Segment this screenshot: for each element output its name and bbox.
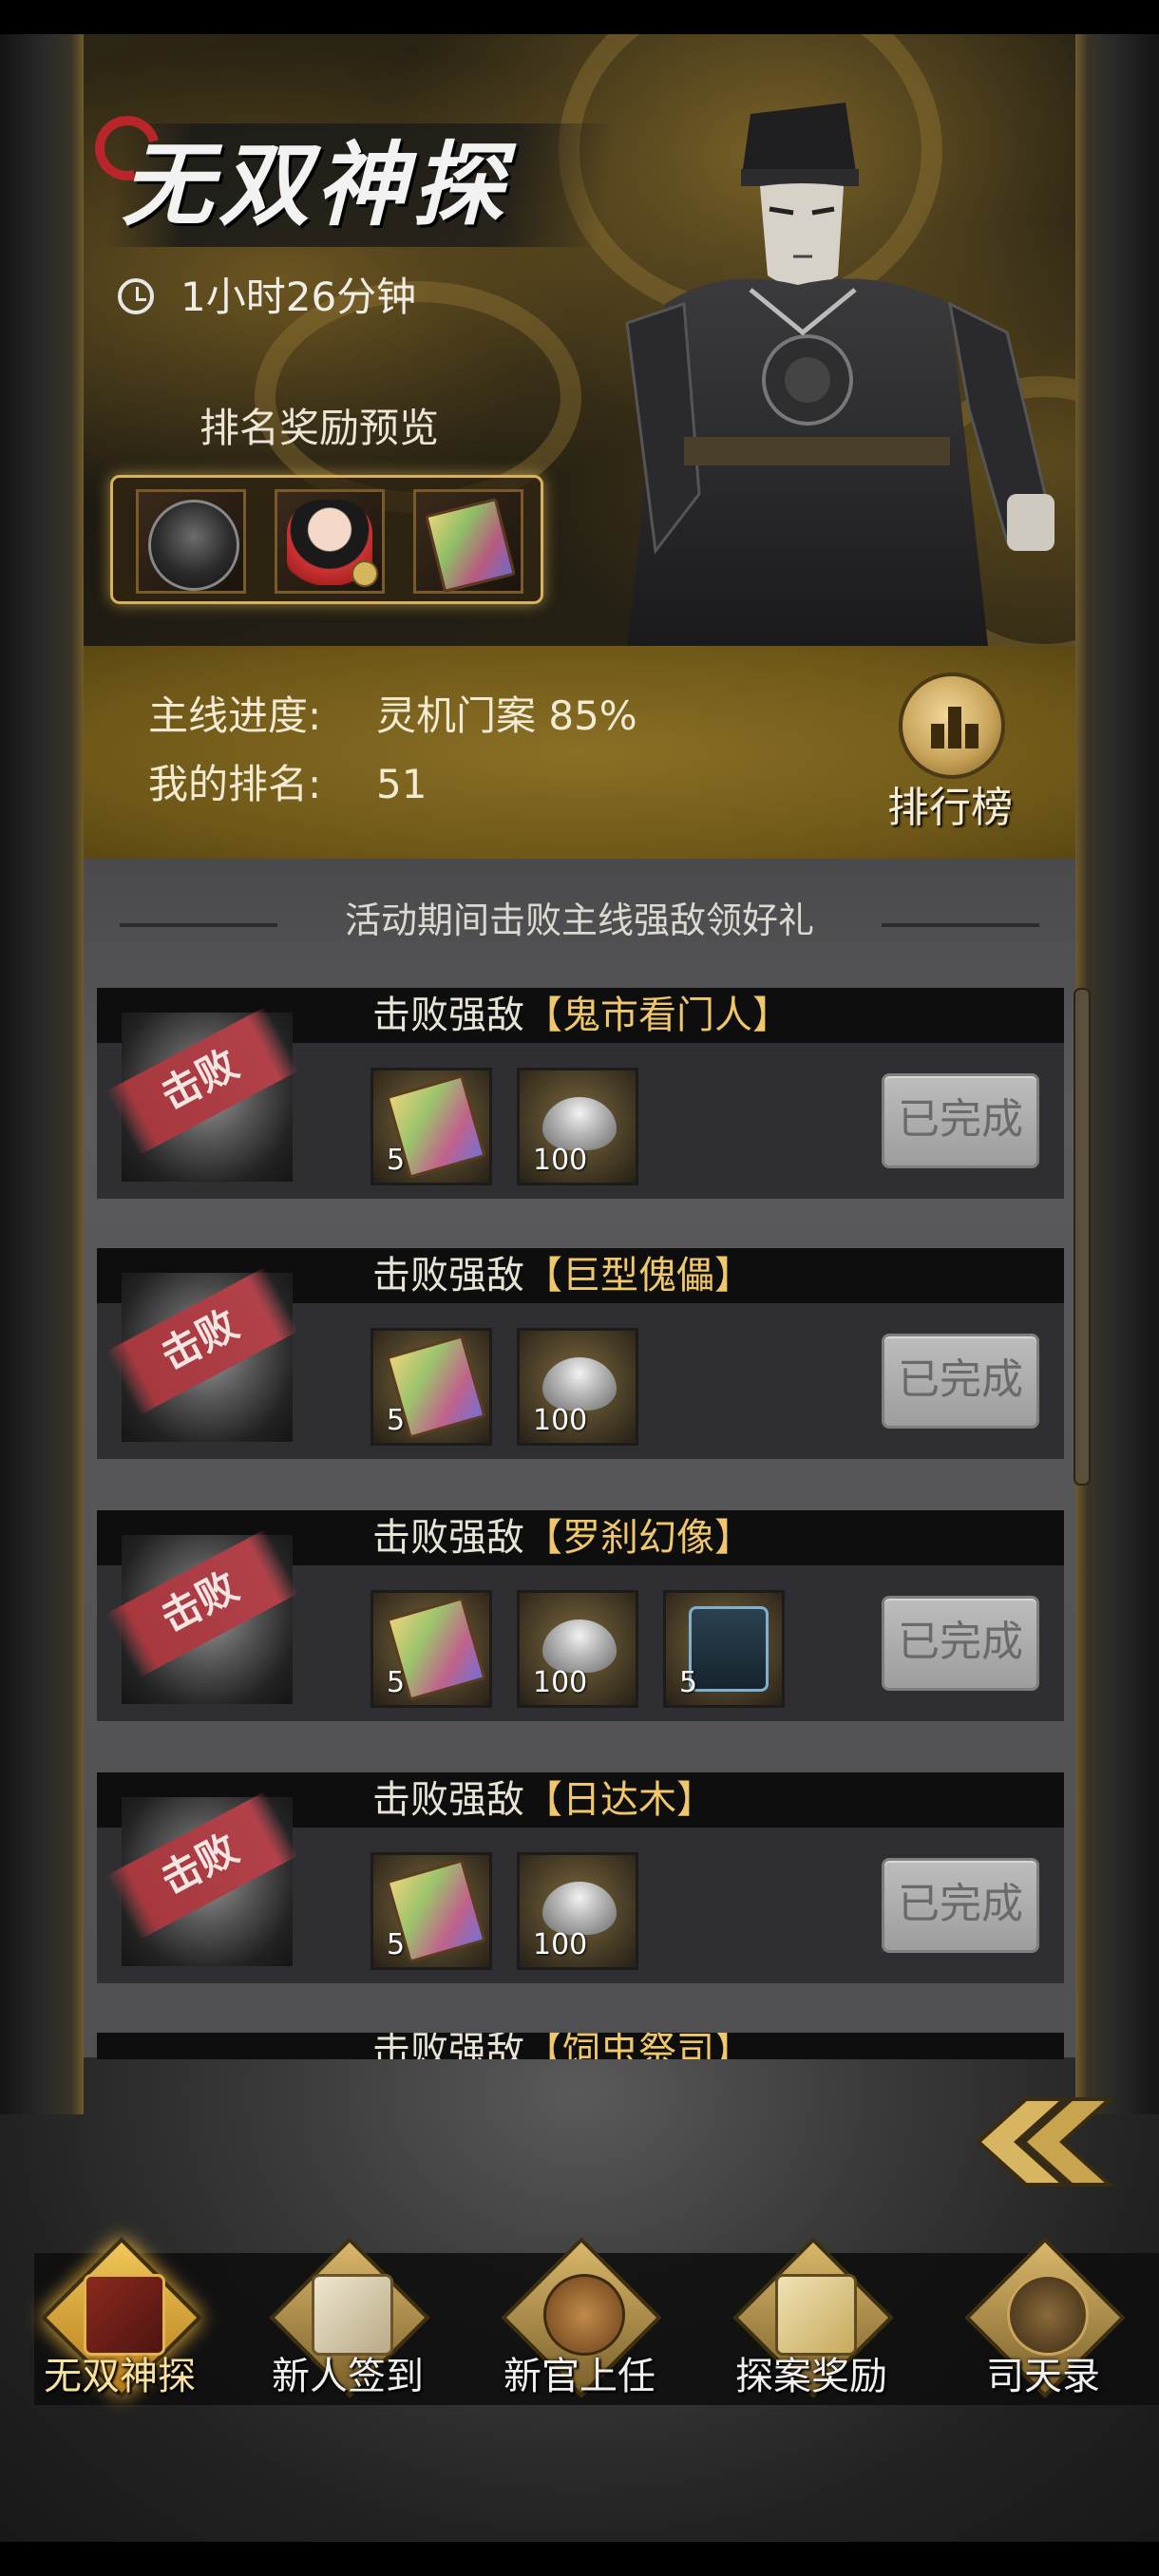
gift-box-icon xyxy=(775,2274,857,2356)
reward-count: 5 xyxy=(387,1404,406,1437)
enemy-name: 【罗刹幻像】 xyxy=(524,1516,752,1560)
completed-button[interactable]: 已完成 xyxy=(882,1858,1039,1953)
reward-count: 100 xyxy=(533,1928,588,1961)
enemy-name: 【饲虫祭司】 xyxy=(524,2033,752,2059)
enemy-name: 【鬼市看门人】 xyxy=(524,994,790,1037)
system-nav-bar xyxy=(0,2542,1159,2576)
reward-count: 5 xyxy=(387,1928,406,1961)
nav-label: 新官上任 xyxy=(504,2355,656,2398)
divider xyxy=(882,923,1039,927)
task-row: 击败强敌【罗刹幻像】 击败 5 100 5 已完成 xyxy=(97,1510,1064,1721)
event-timer: 1小时26分钟 xyxy=(180,274,417,320)
reward-item[interactable]: 100 xyxy=(517,1852,638,1970)
nav-label: 探案奖励 xyxy=(735,2355,887,2398)
mainline-progress-value: 灵机门案 85% xyxy=(376,692,637,739)
task-title-prefix: 击败强敌 xyxy=(372,1778,524,1822)
portrait-frame-icon xyxy=(148,500,239,591)
reward-item[interactable]: 100 xyxy=(517,1590,638,1708)
reward-preview-item[interactable] xyxy=(275,489,385,594)
my-rank-label: 我的排名: xyxy=(148,761,322,807)
rank-reward-preview[interactable] xyxy=(110,475,543,604)
reward-count: 100 xyxy=(533,1404,588,1437)
my-rank-value: 51 xyxy=(376,761,428,807)
status-bar xyxy=(0,0,1159,34)
detective-badge-icon xyxy=(84,2274,165,2356)
nav-item-new-player-checkin[interactable]: 新人签到 xyxy=(243,2237,452,2422)
reward-preview-item[interactable] xyxy=(413,489,523,594)
nav-item-wushuang-shentan[interactable]: 无双神探 xyxy=(15,2237,224,2422)
event-title: 无双神探 xyxy=(122,131,509,238)
task-title-prefix: 击败强敌 xyxy=(372,2033,524,2059)
mainline-progress-label: 主线进度: xyxy=(148,692,322,739)
silver-ingot-icon xyxy=(542,1357,617,1411)
leaderboard-button[interactable] xyxy=(899,672,1005,779)
reward-count: 5 xyxy=(679,1666,698,1699)
task-title-prefix: 击败强敌 xyxy=(372,1254,524,1297)
task-title: 击败强敌【罗刹幻像】 xyxy=(372,1514,752,1562)
reward-item[interactable]: 5 xyxy=(370,1852,492,1970)
scrollbar[interactable] xyxy=(1074,988,1091,1486)
reward-item[interactable]: 100 xyxy=(517,1068,638,1185)
task-title: 击败强敌【日达木】 xyxy=(372,1776,714,1824)
activity-hint: 活动期间击败主线强敌领好礼 xyxy=(344,900,814,941)
promotion-token-icon xyxy=(689,1606,769,1692)
reward-item[interactable]: 5 xyxy=(370,1328,492,1446)
task-row: 击败强敌【日达木】 击败 5 100 已完成 xyxy=(97,1772,1064,1983)
task-row: 击败强敌【巨型傀儡】 击败 5 100 已完成 xyxy=(97,1248,1064,1459)
task-title-prefix: 击败强敌 xyxy=(372,994,524,1037)
task-title: 击败强敌【鬼市看门人】 xyxy=(372,992,790,1039)
bar-chart-icon-bar xyxy=(948,707,961,748)
reward-item[interactable]: 5 xyxy=(663,1590,785,1708)
completed-button[interactable]: 已完成 xyxy=(882,1334,1039,1429)
review-book-icon xyxy=(424,497,517,594)
reward-item[interactable]: 5 xyxy=(370,1590,492,1708)
leaderboard-label[interactable]: 排行榜 xyxy=(874,785,1026,832)
enemy-name: 【日达木】 xyxy=(524,1778,714,1822)
bar-chart-icon xyxy=(931,724,944,748)
nav-label: 司天录 xyxy=(986,2355,1100,2398)
silver-ingot-icon xyxy=(542,1097,617,1150)
face-badge-icon xyxy=(352,560,378,587)
reward-count: 100 xyxy=(533,1144,588,1177)
rank-reward-preview-label: 排名奖励预览 xyxy=(200,405,440,451)
scroll-book-icon xyxy=(312,2274,393,2356)
scroll-frame-left xyxy=(0,34,84,2114)
astrolabe-icon xyxy=(1007,2274,1089,2356)
lion-statue-icon xyxy=(543,2274,625,2356)
nav-item-case-rewards[interactable]: 探案奖励 xyxy=(707,2237,916,2422)
detective-character-art xyxy=(625,103,1054,646)
task-title: 击败强敌【饲虫祭司】 xyxy=(372,2033,752,2059)
task-title: 击败强敌【巨型傀儡】 xyxy=(372,1252,752,1299)
silver-ingot-icon xyxy=(542,1619,617,1673)
reward-item[interactable]: 5 xyxy=(370,1068,492,1185)
enemy-name: 【巨型傀儡】 xyxy=(524,1254,752,1297)
reward-count: 5 xyxy=(387,1144,406,1177)
reward-preview-item[interactable] xyxy=(136,489,246,594)
completed-button[interactable]: 已完成 xyxy=(882,1073,1039,1168)
task-row: 击败强敌【饲虫祭司】 xyxy=(97,2033,1064,2059)
reward-count: 5 xyxy=(387,1666,406,1699)
nav-label: 无双神探 xyxy=(44,2355,196,2398)
completed-button[interactable]: 已完成 xyxy=(882,1596,1039,1691)
bar-chart-icon-bar xyxy=(965,724,978,748)
reward-item[interactable]: 100 xyxy=(517,1328,638,1446)
silver-ingot-icon xyxy=(542,1882,617,1935)
collapse-arrow-icon[interactable] xyxy=(967,2090,1129,2194)
divider xyxy=(120,923,277,927)
nav-label: 新人签到 xyxy=(272,2355,424,2398)
task-title-prefix: 击败强敌 xyxy=(372,1516,524,1560)
nav-item-new-official[interactable]: 新官上任 xyxy=(475,2237,684,2422)
clock-icon xyxy=(118,278,154,314)
reward-count: 100 xyxy=(533,1666,588,1699)
task-row: 击败强敌【鬼市看门人】 击败 5 100 已完成 xyxy=(97,988,1064,1199)
nav-item-sitianlu[interactable]: 司天录 xyxy=(939,2237,1148,2422)
